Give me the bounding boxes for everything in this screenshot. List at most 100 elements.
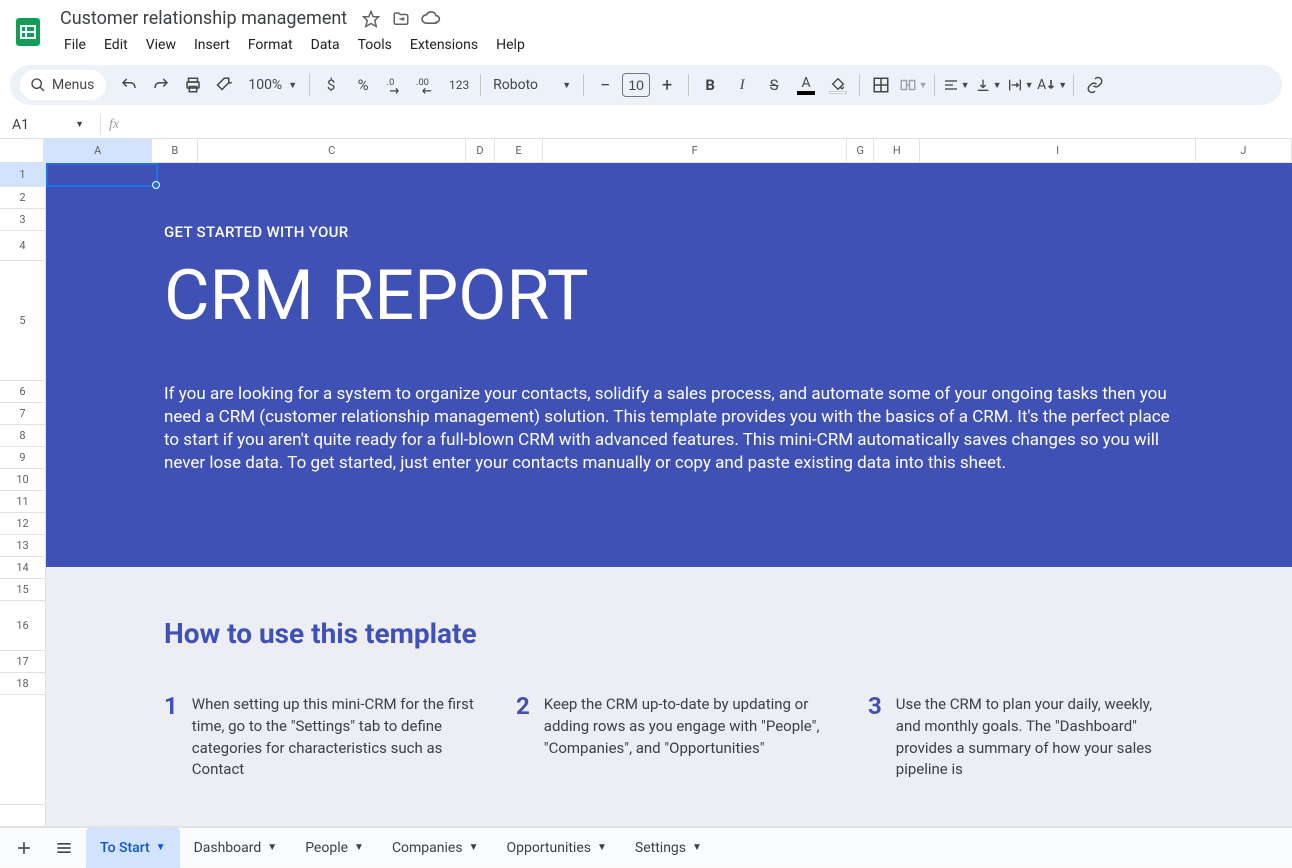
row-header-8[interactable]: 8 <box>0 425 45 447</box>
row-header-13[interactable]: 13 <box>0 535 45 557</box>
formula-input[interactable] <box>119 111 1292 138</box>
column-header-A[interactable]: A <box>44 139 152 162</box>
toolbar: Menus 100%▼ $ % .0 .00 123 Roboto▼ − + B… <box>10 65 1282 105</box>
row-header-4[interactable]: 4 <box>0 231 45 261</box>
howto-step-number: 3 <box>868 694 882 718</box>
font-select[interactable]: Roboto▼ <box>487 77 577 93</box>
howto-step-number: 2 <box>516 694 530 718</box>
column-header-C[interactable]: C <box>198 139 466 162</box>
menu-insert[interactable]: Insert <box>186 33 238 57</box>
hero-kicker: GET STARTED WITH YOUR <box>164 223 1292 241</box>
zoom-select[interactable]: 100%▼ <box>242 77 303 93</box>
column-header-I[interactable]: I <box>920 139 1195 162</box>
sheet-tab-companies[interactable]: Companies▼ <box>378 828 493 868</box>
vertical-align-button[interactable]: ▼ <box>973 70 1003 100</box>
column-header-D[interactable]: D <box>466 139 495 162</box>
column-header-H[interactable]: H <box>874 139 920 162</box>
column-header-E[interactable]: E <box>495 139 543 162</box>
bold-button[interactable]: B <box>695 70 725 100</box>
row-header-6[interactable]: 6 <box>0 381 45 403</box>
howto-section: How to use this template 1When setting u… <box>46 567 1292 827</box>
text-color-button[interactable]: A <box>791 70 821 100</box>
row-header-14[interactable]: 14 <box>0 557 45 579</box>
spreadsheet-grid: ABCDEFGHIJ 123456789101112131415161718 G… <box>0 139 1292 827</box>
decrease-decimals-button[interactable]: .0 <box>380 70 410 100</box>
cell-area[interactable]: GET STARTED WITH YOUR CRM REPORT If you … <box>46 163 1292 827</box>
column-header-F[interactable]: F <box>543 139 847 162</box>
howto-step-3: 3 Use the CRM to plan your daily, weekly,… <box>868 694 1178 781</box>
row-header-9[interactable]: 9 <box>0 447 45 469</box>
print-button[interactable] <box>178 70 208 100</box>
column-header-J[interactable]: J <box>1196 139 1292 162</box>
howto-step-1: 1When setting up this mini-CRM for the f… <box>164 694 474 781</box>
row-header-11[interactable]: 11 <box>0 491 45 513</box>
document-title[interactable]: Customer relationship management <box>56 6 351 31</box>
formula-bar: A1▼ fx <box>0 111 1292 139</box>
add-sheet-button[interactable] <box>6 830 42 866</box>
sheet-tab-to-start[interactable]: To Start▼ <box>86 828 180 868</box>
row-header-1[interactable]: 1 <box>0 163 45 187</box>
menu-bar: FileEditViewInsertFormatDataToolsExtensi… <box>56 33 533 57</box>
font-size-input[interactable] <box>622 73 650 97</box>
undo-button[interactable] <box>114 70 144 100</box>
move-folder-icon[interactable] <box>391 9 411 29</box>
star-icon[interactable] <box>361 9 381 29</box>
name-box[interactable]: A1▼ <box>6 117 92 133</box>
more-formats-button[interactable]: 123 <box>444 70 474 100</box>
menu-file[interactable]: File <box>56 33 94 57</box>
howto-step-text: When setting up this mini-CRM for the fi… <box>192 694 474 781</box>
search-menus[interactable]: Menus <box>20 70 106 100</box>
menu-data[interactable]: Data <box>303 33 348 57</box>
percent-format-button[interactable]: % <box>348 70 378 100</box>
menu-format[interactable]: Format <box>240 33 301 57</box>
menu-tools[interactable]: Tools <box>350 33 400 57</box>
fill-color-button[interactable] <box>823 70 853 100</box>
fx-icon: fx <box>109 117 119 133</box>
increase-decimals-button[interactable]: .00 <box>412 70 442 100</box>
menu-edit[interactable]: Edit <box>96 33 136 57</box>
sheet-tab-settings[interactable]: Settings▼ <box>621 828 716 868</box>
row-header-3[interactable]: 3 <box>0 209 45 231</box>
menu-extensions[interactable]: Extensions <box>402 33 486 57</box>
row-header-2[interactable]: 2 <box>0 187 45 209</box>
sheet-tab-dashboard[interactable]: Dashboard▼ <box>180 828 292 868</box>
menu-help[interactable]: Help <box>488 33 533 57</box>
insert-link-button[interactable] <box>1080 70 1110 100</box>
paint-format-button[interactable] <box>210 70 240 100</box>
row-header-7[interactable]: 7 <box>0 403 45 425</box>
svg-text:.0: .0 <box>387 78 395 88</box>
sheet-tab-people[interactable]: People▼ <box>291 828 378 868</box>
howto-step-text: Use the CRM to plan your daily, weekly, … <box>896 694 1178 781</box>
row-header-16[interactable]: 16 <box>0 601 45 651</box>
column-header-B[interactable]: B <box>152 139 198 162</box>
menu-view[interactable]: View <box>138 33 184 57</box>
strikethrough-button[interactable]: S <box>759 70 789 100</box>
merge-cells-button[interactable]: ▼ <box>898 70 928 100</box>
italic-button[interactable]: I <box>727 70 757 100</box>
decrease-font-button[interactable]: − <box>590 70 620 100</box>
row-header-12[interactable]: 12 <box>0 513 45 535</box>
borders-button[interactable] <box>866 70 896 100</box>
row-header-x[interactable] <box>0 695 45 805</box>
column-header-G[interactable]: G <box>847 139 874 162</box>
increase-font-button[interactable]: + <box>652 70 682 100</box>
select-all-corner[interactable] <box>0 139 44 163</box>
all-sheets-button[interactable] <box>46 830 82 866</box>
horizontal-align-button[interactable]: ▼ <box>941 70 971 100</box>
row-header-15[interactable]: 15 <box>0 579 45 601</box>
hero-title: CRM REPORT <box>164 255 1292 337</box>
howto-step-2: 2 Keep the CRM up-to-date by updating or … <box>516 694 826 781</box>
text-wrap-button[interactable]: ▼ <box>1005 70 1035 100</box>
row-header-18[interactable]: 18 <box>0 673 45 695</box>
row-header-5[interactable]: 5 <box>0 261 45 381</box>
row-header-17[interactable]: 17 <box>0 651 45 673</box>
howto-step-text: Keep the CRM up-to-date by updating or a… <box>544 694 826 759</box>
sheet-tab-opportunities[interactable]: Opportunities▼ <box>492 828 620 868</box>
currency-format-button[interactable]: $ <box>316 70 346 100</box>
title-bar: Customer relationship management FileEdi… <box>0 0 1292 59</box>
cloud-status-icon[interactable] <box>421 9 441 29</box>
text-rotation-button[interactable]: A▼ <box>1037 70 1067 100</box>
sheets-app-icon[interactable] <box>8 12 48 52</box>
row-header-10[interactable]: 10 <box>0 469 45 491</box>
redo-button[interactable] <box>146 70 176 100</box>
